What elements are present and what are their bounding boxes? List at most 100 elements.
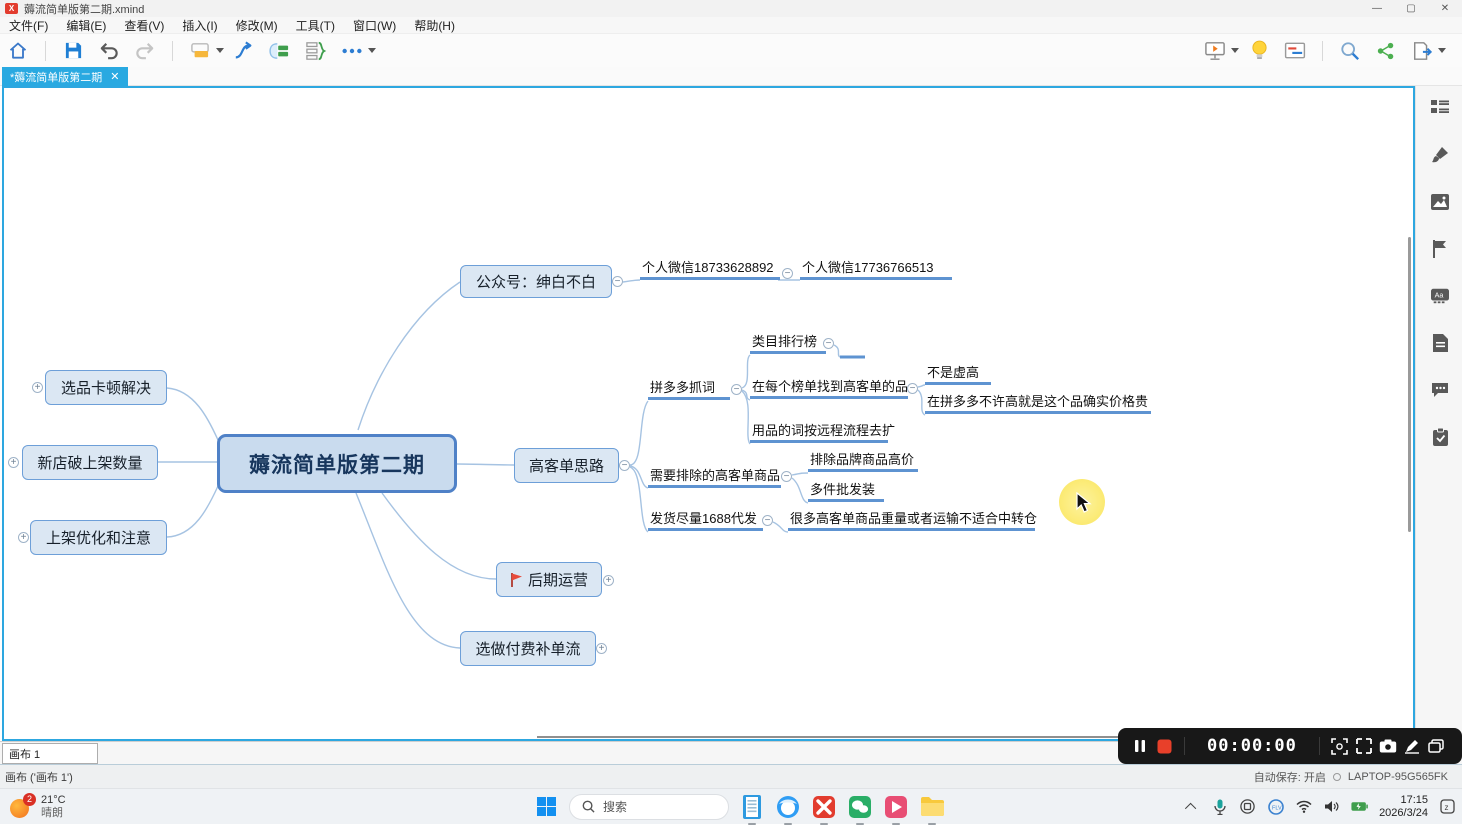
taskbar-app-wechat[interactable] (847, 794, 873, 820)
expand-toggle[interactable]: + (603, 575, 614, 586)
format-panel-button[interactable] (1281, 38, 1309, 64)
notes-button[interactable] (1431, 334, 1449, 352)
taskbar-app-video[interactable] (883, 794, 909, 820)
notification-icon[interactable]: z (1439, 798, 1456, 815)
save-button[interactable] (59, 38, 87, 64)
menu-window[interactable]: 窗口(W) (344, 17, 405, 34)
topic-weixin2[interactable]: 个人微信17736766513 (800, 260, 952, 280)
region-select-button[interactable] (1328, 734, 1352, 758)
central-topic[interactable]: 薅流简单版第二期 (217, 434, 457, 493)
taskbar-app-xmind[interactable] (811, 794, 837, 820)
label-button[interactable]: Aa (1431, 287, 1449, 305)
sheet-tab-canvas1[interactable]: 画布 1 (2, 743, 98, 764)
topic-shape-button[interactable] (186, 38, 214, 64)
topic-fahuo[interactable]: 发货尽量1688代发 (648, 511, 763, 531)
topic-pdd[interactable]: 拼多多抓词 (648, 380, 730, 400)
stop-button[interactable] (1152, 734, 1176, 758)
topic-weixin1[interactable]: 个人微信18733628892 (640, 260, 780, 280)
taskbar-app-notepad[interactable] (739, 794, 765, 820)
topic-buxugao[interactable]: 不是虚高 (925, 365, 991, 385)
export-dropdown[interactable] (1438, 48, 1446, 53)
relationship-button[interactable] (230, 38, 258, 64)
expand-toggle[interactable]: + (596, 643, 607, 654)
topic-gongzhonghao[interactable]: 公众号：绅白不白 (460, 265, 612, 298)
menu-help[interactable]: 帮助(H) (405, 17, 464, 34)
volume-icon[interactable] (1323, 798, 1340, 815)
collapse-toggle[interactable]: − (619, 460, 630, 471)
menu-view[interactable]: 查看(V) (115, 17, 173, 34)
topic-paichu[interactable]: 需要排除的高客单商品 (648, 468, 781, 488)
close-button[interactable]: ✕ (1428, 0, 1462, 17)
insert-image-button[interactable] (1431, 193, 1449, 211)
tab-document[interactable]: *薅流简单版第二期 ✕ (2, 67, 128, 86)
expand-toggle[interactable]: + (32, 382, 43, 393)
taskbar-app-browser[interactable] (775, 794, 801, 820)
topic-jiagegui[interactable]: 在拼多多不许高就是这个品确实价格贵 (925, 394, 1151, 414)
topic-pinpai[interactable]: 排除品牌商品高价 (808, 452, 918, 472)
menu-tools[interactable]: 工具(T) (287, 17, 344, 34)
draw-button[interactable] (1400, 734, 1424, 758)
taskbar-app-explorer[interactable] (919, 794, 945, 820)
minimize-button[interactable]: — (1360, 0, 1394, 17)
more-tools-dropdown[interactable] (368, 48, 376, 53)
microphone-icon[interactable] (1211, 798, 1228, 815)
presentation-dropdown[interactable] (1231, 48, 1239, 53)
vertical-scrollbar[interactable] (1408, 237, 1411, 532)
topic-gaokedan[interactable]: 高客单思路 (514, 448, 619, 483)
menu-insert[interactable]: 插入(I) (173, 17, 226, 34)
security-tray-icon[interactable]: FLV (1267, 798, 1284, 815)
pause-button[interactable] (1128, 734, 1152, 758)
topic-houqi[interactable]: 后期运营 (496, 562, 602, 597)
zoom-button[interactable] (1336, 38, 1364, 64)
presentation-button[interactable] (1201, 38, 1229, 64)
topic-xindian[interactable]: 新店破上架数量 (22, 445, 158, 480)
topic-shangjia[interactable]: 上架优化和注意 (30, 520, 167, 555)
topic-xuanpin[interactable]: 选品卡顿解决 (45, 370, 167, 405)
menu-edit[interactable]: 编辑(E) (57, 17, 115, 34)
mindmap-canvas[interactable]: 薅流简单版第二期 公众号：绅白不白 高客单思路 后期运营 选做付费补单流 选品卡… (2, 86, 1415, 741)
collapse-toggle[interactable]: − (762, 515, 773, 526)
collapse-toggle[interactable]: − (612, 276, 623, 287)
windows-select-button[interactable] (1424, 734, 1448, 758)
collapse-toggle[interactable]: − (782, 268, 793, 279)
summary-button[interactable] (302, 38, 330, 64)
taskbar-search[interactable]: 搜索 (569, 794, 729, 820)
weather-widget[interactable]: 2 21°C 晴朗 (0, 794, 200, 820)
expand-toggle[interactable]: + (18, 532, 29, 543)
more-tools-button[interactable] (338, 38, 366, 64)
battery-icon[interactable] (1351, 798, 1368, 815)
task-button[interactable] (1431, 428, 1449, 446)
marker-button[interactable] (1431, 240, 1449, 258)
undo-button[interactable] (95, 38, 123, 64)
maximize-button[interactable]: ▢ (1394, 0, 1428, 17)
topic-zhongzhuan[interactable]: 很多高客单商品重量或者运输不适合中转仓 (788, 511, 1035, 531)
tray-chevron-icon[interactable] (1183, 798, 1200, 815)
topic-fufei[interactable]: 选做付费补单流 (460, 631, 596, 666)
redo-button[interactable] (131, 38, 159, 64)
idea-button[interactable] (1245, 38, 1273, 64)
topic-bangdan[interactable]: 在每个榜单找到高客单的品 (750, 379, 908, 399)
collapse-toggle[interactable]: − (781, 471, 792, 482)
ime-icon[interactable] (1239, 798, 1256, 815)
topic-duojian[interactable]: 多件批发装 (808, 482, 884, 502)
collapse-toggle[interactable]: − (731, 384, 742, 395)
expand-toggle[interactable]: + (8, 457, 19, 468)
export-button[interactable] (1408, 38, 1436, 64)
share-button[interactable] (1372, 38, 1400, 64)
format-button[interactable] (1431, 98, 1449, 116)
menu-file[interactable]: 文件(F) (0, 17, 57, 34)
tab-close-icon[interactable]: ✕ (110, 70, 119, 83)
horizontal-scrollbar[interactable] (537, 736, 1134, 738)
wifi-icon[interactable] (1295, 798, 1312, 815)
topic-leimu[interactable]: 类目排行榜 (750, 334, 826, 354)
taskbar-clock[interactable]: 17:15 2026/3/24 (1379, 794, 1428, 820)
screenshot-button[interactable] (1376, 734, 1400, 758)
start-button[interactable] (533, 794, 559, 820)
home-button[interactable] (4, 38, 32, 64)
menu-modify[interactable]: 修改(M) (227, 17, 287, 34)
collapse-toggle[interactable]: − (907, 383, 918, 394)
topic-shape-dropdown[interactable] (216, 48, 224, 53)
boundary-button[interactable] (266, 38, 294, 64)
comment-button[interactable] (1431, 381, 1449, 399)
style-button[interactable] (1431, 146, 1449, 164)
